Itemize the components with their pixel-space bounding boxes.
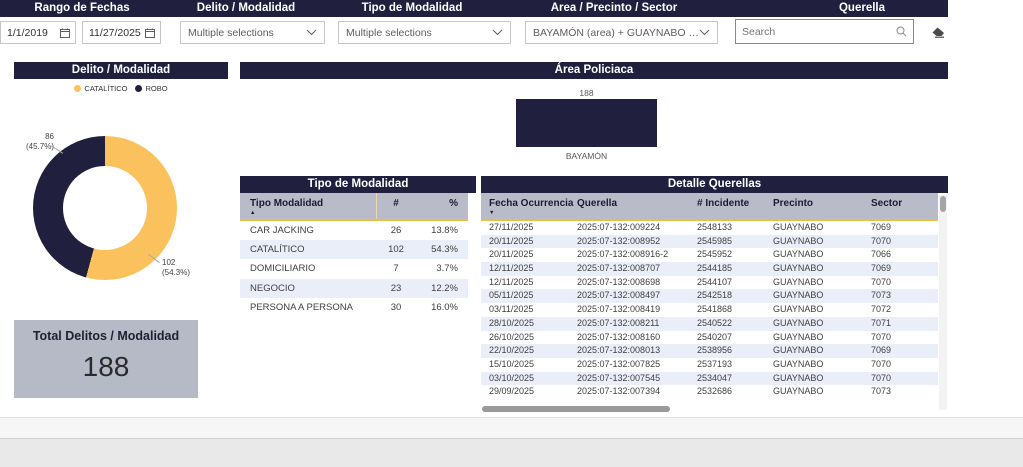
date-from-field[interactable] [0,21,76,44]
tipo-dropdown[interactable]: Multiple selections [338,21,511,44]
column-header[interactable]: Querella [577,198,617,209]
table-row[interactable]: CAR JACKING2613.8% [240,221,468,240]
search-icon[interactable] [896,26,913,37]
card-title: Total Delitos / Modalidad [14,329,198,343]
column-header[interactable]: Tipo Modalidad [250,198,323,209]
donut-hole [63,166,147,250]
bar-axis-label: BAYAMÓN [516,151,657,161]
legend-item-robo[interactable]: ROBO [135,84,167,93]
bayamon-bar[interactable] [516,99,657,147]
date-to-input[interactable] [83,27,145,39]
table-row[interactable]: NEGOCIO2312.2% [240,279,468,298]
table-row[interactable]: 15/10/20252025:07-132:0078252537193GUAYN… [481,358,938,372]
calendar-icon[interactable] [60,28,75,38]
detalle-table-column-header[interactable]: Fecha Ocurrencia ▼ Querella # Incidente … [481,193,938,221]
donut-label-catalitico: 102 (54.3%) [162,258,204,278]
bottom-toolbar [0,417,1023,438]
detalle-table-title: Detalle Querellas [481,176,948,193]
vertical-scrollbar-track[interactable] [939,195,947,410]
donut-panel-title: Delito / Modalidad [14,62,228,79]
legend-dot-catalitico [74,85,81,92]
column-separator [376,193,377,219]
filter-title-area: Area / Precinto / Sector [508,1,720,16]
vertical-scrollbar-thumb[interactable] [940,196,946,212]
table-row[interactable]: 29/09/20252025:07-132:0073942532686GUAYN… [481,385,938,399]
chevron-down-icon [306,29,317,36]
horizontal-scrollbar-thumb[interactable] [482,406,670,412]
filter-header-bar: Rango de Fechas Delito / Modalidad Tipo … [0,0,948,17]
table-row[interactable]: CATALÍTICO10254.3% [240,240,468,259]
filter-title-delito: Delito / Modalidad [164,1,328,16]
delito-dropdown[interactable]: Multiple selections [180,21,325,44]
table-row[interactable]: 03/10/20252025:07-132:0075452534047GUAYN… [481,372,938,386]
total-delitos-card[interactable]: Total Delitos / Modalidad 188 [14,320,198,398]
table-row[interactable]: 20/11/20252025:07-132:008916-22545952GUA… [481,248,938,262]
chevron-down-icon [699,29,710,36]
table-row[interactable]: 20/11/20252025:07-132:0089522545985GUAYN… [481,235,938,249]
column-header[interactable]: # [376,198,416,209]
table-row[interactable]: 05/11/20252025:07-132:0084972542518GUAYN… [481,289,938,303]
donut-legend: CATALÍTICO ROBO [14,84,228,93]
legend-dot-robo [135,85,142,92]
area-panel-title: Área Policiaca [240,62,948,79]
filter-title-rango: Rango de Fechas [0,1,164,16]
filter-title-querella: Querella [772,1,952,16]
column-header[interactable]: Fecha Ocurrencia [489,198,573,209]
tipo-table-column-header[interactable]: Tipo Modalidad ▲ # % [240,193,468,221]
legend-item-catalitico[interactable]: CATALÍTICO [74,84,127,93]
bar-data-label: 188 [516,88,657,98]
column-header[interactable]: % [418,198,458,209]
table-row[interactable]: 22/10/20252025:07-132:0080132538956GUAYN… [481,344,938,358]
column-header[interactable]: Sector [871,198,902,209]
delito-dropdown-value: Multiple selections [188,27,274,39]
table-row[interactable]: DOMICILIARIO73.7% [240,259,468,278]
table-row[interactable]: PERSONA A PERSONA3016.0% [240,298,468,317]
legend-label: CATALÍTICO [84,84,127,93]
table-row[interactable]: 27/11/20252025:07-132:0092242548133GUAYN… [481,221,938,235]
search-input[interactable] [736,26,896,38]
area-dropdown[interactable]: BAYAMÓN (area) + GUAYNABO (p... [525,21,718,44]
table-row[interactable]: 12/11/20252025:07-132:0087072544185GUAYN… [481,262,938,276]
legend-label: ROBO [145,84,167,93]
detalle-table-body: 27/11/20252025:07-132:0092242548133GUAYN… [481,221,938,399]
tipo-table-title: Tipo de Modalidad [240,176,476,193]
querella-search-field[interactable] [735,19,914,44]
table-row[interactable]: 28/10/20252025:07-132:0082112540522GUAYN… [481,317,938,331]
filter-title-tipo: Tipo de Modalidad [328,1,496,16]
page-navigation-bar: < 5 of 8 > [0,438,1023,467]
sort-desc-icon: ▼ [489,210,494,216]
column-header[interactable]: # Incidente [697,198,749,209]
dashboard: Rango de Fechas Delito / Modalidad Tipo … [0,0,1023,467]
date-to-field[interactable] [82,21,161,44]
date-from-input[interactable] [1,27,60,39]
tipo-table-body: CAR JACKING2613.8%CATALÍTICO10254.3%DOMI… [240,221,468,317]
card-value: 188 [14,351,198,383]
donut-label-robo: 86 (45.7%) [12,132,54,152]
table-row[interactable]: 12/11/20252025:07-132:0086982544107GUAYN… [481,276,938,290]
table-row[interactable]: 26/10/20252025:07-132:0081602540207GUAYN… [481,331,938,345]
chevron-down-icon [492,29,503,36]
sort-asc-icon: ▲ [250,210,255,216]
calendar-icon[interactable] [145,28,160,38]
tipo-dropdown-value: Multiple selections [346,27,432,39]
area-dropdown-value: BAYAMÓN (area) + GUAYNABO (p... [533,27,699,39]
table-row[interactable]: 03/11/20252025:07-132:0084192541868GUAYN… [481,303,938,317]
clear-filter-eraser-icon[interactable] [929,24,947,40]
column-header[interactable]: Precinto [773,198,813,209]
